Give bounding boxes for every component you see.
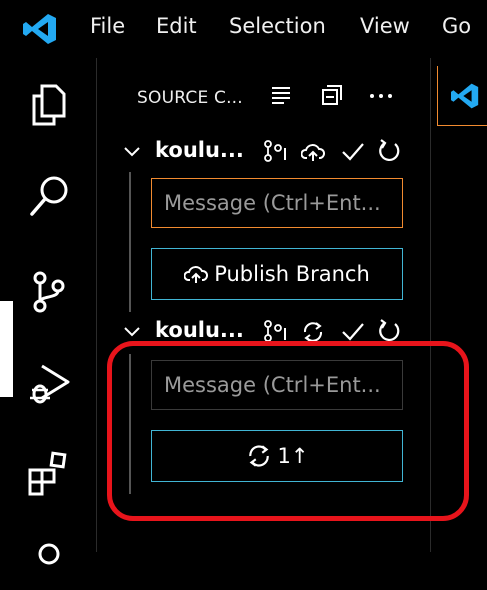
- view-as-tree-icon[interactable]: [270, 84, 292, 106]
- extensions-icon[interactable]: [24, 448, 74, 498]
- active-indicator: [0, 301, 13, 397]
- tree-guide: [129, 172, 131, 312]
- sync-icon: [248, 445, 269, 467]
- editor-tab[interactable]: [437, 66, 487, 126]
- explorer-icon[interactable]: [24, 80, 74, 130]
- commit-message-input-2[interactable]: [151, 360, 403, 410]
- vscode-logo-icon: [23, 14, 56, 44]
- sync-changes-label: 1↑: [277, 444, 309, 468]
- commit-check-icon[interactable]: [341, 142, 365, 162]
- branch-icon[interactable]: [263, 320, 289, 342]
- search-icon[interactable]: [24, 172, 74, 222]
- menu-go[interactable]: Go: [442, 14, 471, 38]
- menu-view[interactable]: View: [360, 14, 410, 38]
- repo-header-2[interactable]: koulu...: [97, 316, 431, 350]
- editor-area: [431, 58, 487, 552]
- source-control-panel: SOURCE C... koulu... Message (Ctrl+Ent..…: [97, 58, 431, 552]
- refresh-icon[interactable]: [376, 318, 402, 344]
- panel-title: SOURCE C...: [137, 88, 243, 108]
- cloud-icon[interactable]: [301, 142, 325, 162]
- chevron-down-icon[interactable]: [123, 326, 141, 338]
- publish-branch-button[interactable]: Publish Branch: [151, 248, 403, 300]
- chevron-down-icon[interactable]: [123, 146, 141, 158]
- repo-header-1[interactable]: koulu...: [97, 136, 431, 170]
- more-actions-icon[interactable]: [369, 92, 393, 100]
- sync-changes-button[interactable]: 1↑: [151, 430, 403, 482]
- repo-name: koulu...: [155, 138, 244, 162]
- cloud-upload-icon: [184, 266, 209, 283]
- publish-branch-label: Publish Branch: [214, 262, 370, 286]
- repo-name: koulu...: [155, 318, 244, 342]
- tree-guide: [129, 354, 131, 494]
- collapse-all-icon[interactable]: [321, 84, 343, 106]
- commit-check-icon[interactable]: [341, 322, 365, 342]
- menu-edit[interactable]: Edit: [156, 14, 197, 38]
- activity-bar: [0, 58, 97, 565]
- source-control-icon[interactable]: [24, 266, 74, 316]
- refresh-icon[interactable]: [376, 138, 402, 164]
- sync-icon[interactable]: [301, 320, 325, 344]
- run-debug-icon[interactable]: [24, 358, 74, 408]
- menu-selection[interactable]: Selection: [229, 14, 326, 38]
- accounts-icon[interactable]: [24, 540, 74, 590]
- menu-file[interactable]: File: [90, 14, 125, 38]
- branch-icon[interactable]: [263, 140, 289, 162]
- vscode-tab-icon: [451, 83, 479, 109]
- menu-bar: File Edit Selection View Go: [0, 0, 487, 58]
- commit-message-input-1[interactable]: [151, 178, 403, 228]
